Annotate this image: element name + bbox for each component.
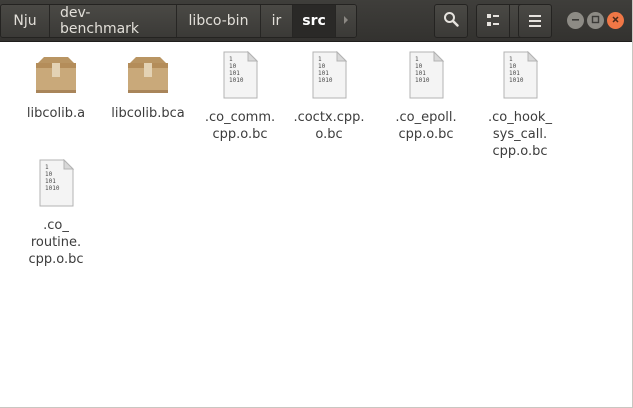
binary-digit-text: 101: [509, 70, 520, 77]
binary-digit-text: 1010: [318, 77, 333, 84]
close-button[interactable]: [607, 12, 624, 29]
file-name: .co_ routine. cpp.o.bc: [28, 218, 84, 267]
search-button[interactable]: [434, 4, 468, 38]
breadcrumb-label: Nju: [13, 13, 37, 29]
breadcrumb-ir[interactable]: ir: [261, 5, 293, 37]
binary-file-icon: 1 10 101 1010: [220, 50, 260, 103]
file-item-co-hook-sys-call[interactable]: 1 10 101 1010 .co_hook_ sys_call. cpp.o.bc: [474, 50, 566, 160]
breadcrumb-dev-benchmark[interactable]: dev-benchmark: [50, 5, 177, 37]
hamburger-menu-icon: [528, 12, 542, 31]
binary-digit-text: 1010: [509, 77, 524, 84]
menu-button[interactable]: [518, 4, 552, 38]
binary-digit-text: 10: [415, 63, 423, 70]
breadcrumb-label: libco-bin: [188, 13, 249, 29]
file-item-libcolib-bca[interactable]: libcolib.bca: [102, 55, 194, 122]
chevron-right-icon: [342, 15, 350, 28]
file-item-coctx[interactable]: 1 10 101 1010 .coctx.cpp. o.bc: [283, 50, 375, 143]
binary-digit-text: 1010: [229, 77, 244, 84]
breadcrumb-libco-bin[interactable]: libco-bin: [177, 5, 261, 37]
binary-digit-text: 1010: [45, 185, 60, 192]
breadcrumb-src[interactable]: src: [293, 5, 336, 37]
header-bar: Nju dev-benchmark libco-bin ir src: [0, 0, 632, 42]
binary-digit-text: 10: [229, 63, 237, 70]
breadcrumb-label: src: [302, 13, 326, 29]
binary-digit-text: 101: [45, 178, 56, 185]
maximize-button[interactable]: [587, 12, 604, 29]
breadcrumb-next-button[interactable]: [336, 5, 356, 37]
binary-digit-text: 1: [229, 56, 233, 63]
breadcrumb-nju[interactable]: Nju: [1, 5, 50, 37]
binary-digit-text: 101: [229, 70, 240, 77]
file-item-co-routine[interactable]: 1 10 101 1010 .co_ routine. cpp.o.bc: [10, 158, 102, 268]
binary-digit-text: 10: [318, 63, 326, 70]
package-icon: [126, 55, 170, 99]
file-grid: libcolib.a libcolib.bca 1 10 101 1010 .co_c…: [0, 43, 632, 407]
breadcrumb-label: dev-benchmark: [60, 5, 140, 37]
file-name: .co_comm. cpp.o.bc: [204, 110, 276, 142]
binary-digit-text: 1: [415, 56, 419, 63]
breadcrumb-label: ir: [271, 13, 282, 29]
grid-view-icon: [486, 12, 500, 31]
file-item-co-comm[interactable]: 1 10 101 1010 .co_comm. cpp.o.bc: [194, 50, 286, 143]
file-name: .co_hook_ sys_call. cpp.o.bc: [488, 110, 552, 159]
file-manager-window: Nju dev-benchmark libco-bin ir src libco…: [0, 0, 633, 408]
view-toggle-button[interactable]: [476, 4, 510, 38]
search-icon: [443, 11, 459, 31]
file-item-co-epoll[interactable]: 1 10 101 1010 .co_epoll. cpp.o.bc: [380, 50, 472, 143]
file-name: libcolib.a: [26, 106, 86, 121]
minimize-button[interactable]: [567, 12, 584, 29]
binary-digit-text: 10: [45, 171, 53, 178]
binary-file-icon: 1 10 101 1010: [36, 158, 76, 211]
minimize-icon: [571, 15, 580, 27]
package-icon: [34, 55, 78, 99]
file-name: libcolib.bca: [111, 106, 185, 121]
binary-digit-text: 1010: [415, 77, 430, 84]
file-item-libcolib-a[interactable]: libcolib.a: [10, 55, 102, 122]
binary-digit-text: 1: [318, 56, 322, 63]
binary-digit-text: 1: [45, 164, 49, 171]
binary-digit-text: 101: [415, 70, 426, 77]
binary-file-icon: 1 10 101 1010: [406, 50, 446, 103]
breadcrumb: Nju dev-benchmark libco-bin ir src: [0, 4, 357, 38]
binary-digit-text: 10: [509, 63, 517, 70]
maximize-icon: [591, 15, 600, 27]
binary-digit-text: 1: [509, 56, 513, 63]
file-name: .co_epoll. cpp.o.bc: [395, 110, 457, 142]
binary-digit-text: 101: [318, 70, 329, 77]
binary-file-icon: 1 10 101 1010: [500, 50, 540, 103]
close-icon: [611, 15, 620, 27]
binary-file-icon: 1 10 101 1010: [309, 50, 349, 103]
file-name: .coctx.cpp. o.bc: [293, 110, 365, 142]
